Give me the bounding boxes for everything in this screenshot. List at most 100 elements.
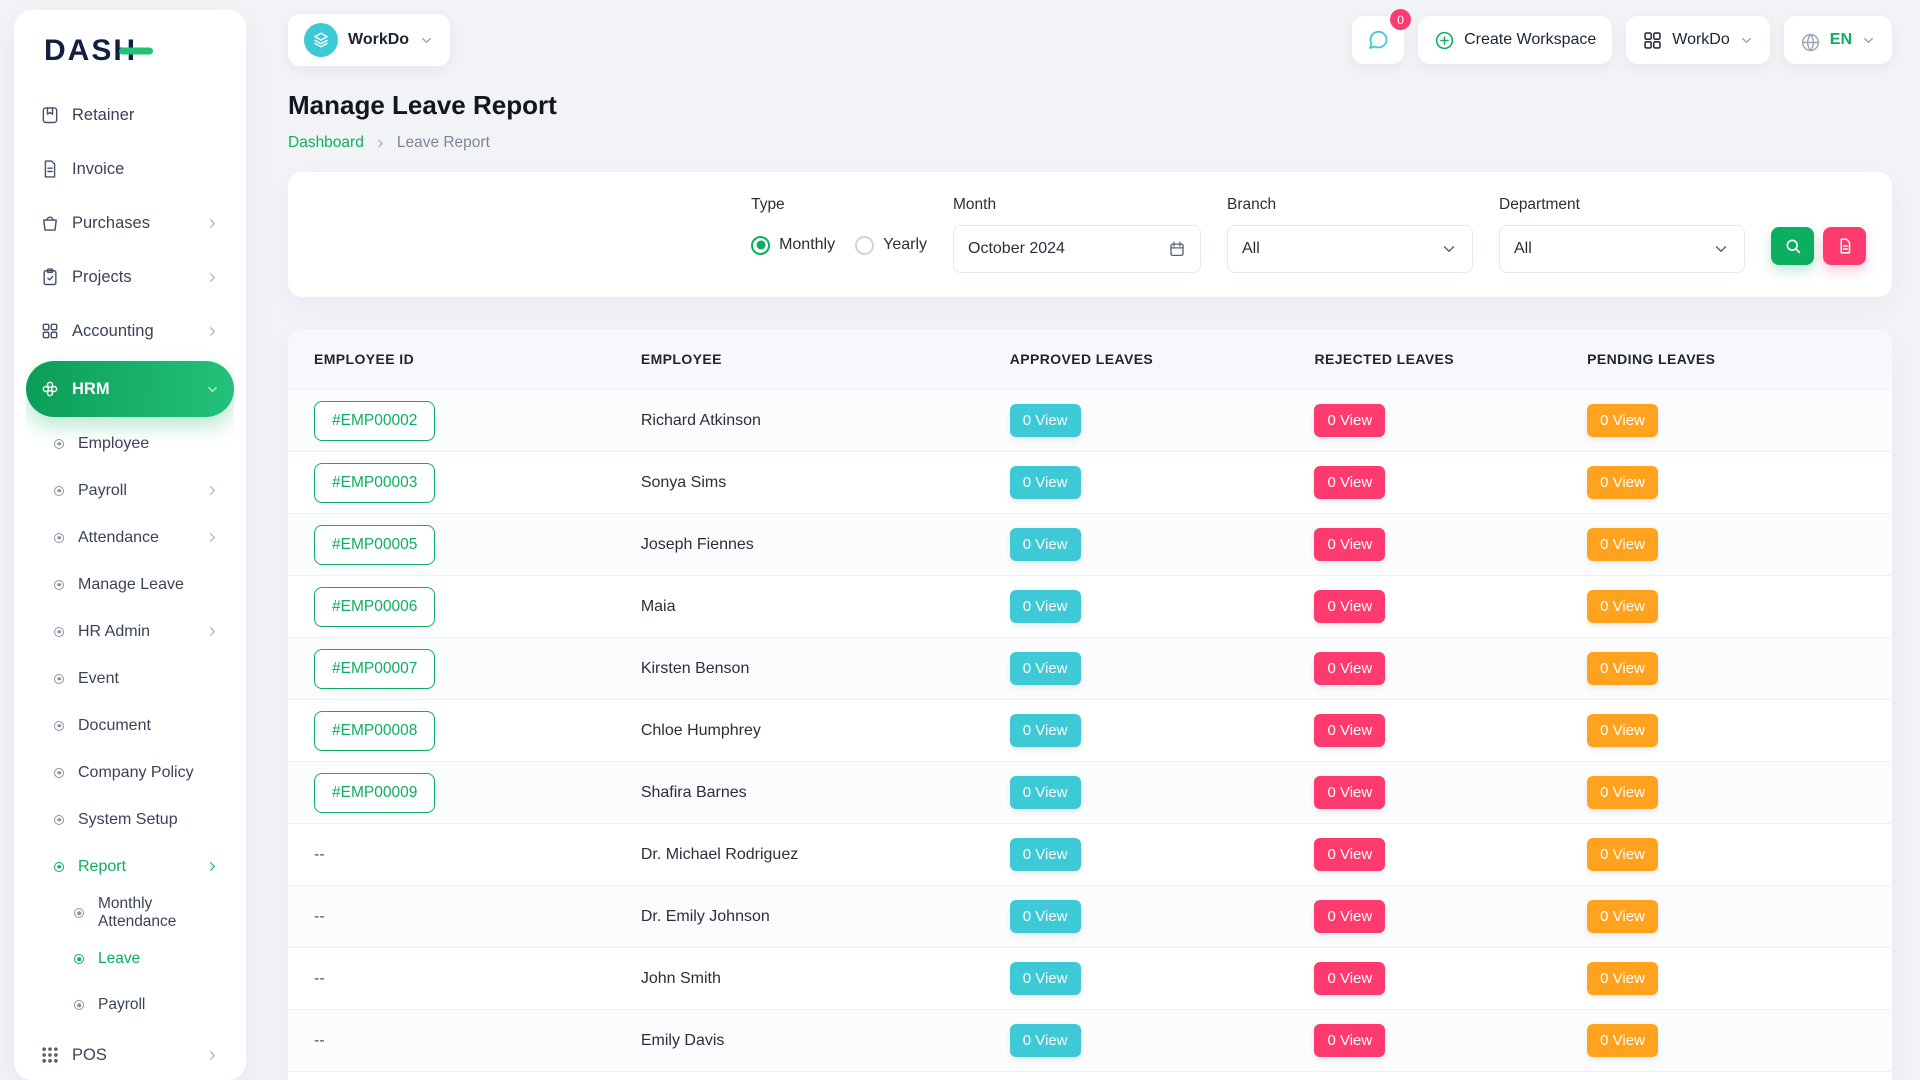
pending-leaves-view-badge[interactable]: 0 View (1587, 1024, 1658, 1057)
sidebar-item-pos[interactable]: POS (26, 1028, 234, 1070)
pending-leaves-view-badge[interactable]: 0 View (1587, 404, 1658, 437)
month-label: Month (953, 196, 1201, 214)
sidebar-item-payroll[interactable]: Payroll (26, 467, 234, 514)
rejected-leaves-view-badge[interactable]: 0 View (1314, 652, 1385, 685)
chevron-right-icon (205, 216, 220, 231)
sidebar-item-label: System Setup (78, 811, 178, 829)
sidebar-item-projects[interactable]: Projects (26, 250, 234, 304)
employee-id-button[interactable]: #EMP00007 (314, 649, 435, 689)
approved-leaves-view-badge[interactable]: 0 View (1010, 1024, 1081, 1057)
employee-id-button[interactable]: #EMP00008 (314, 711, 435, 751)
pending-leaves-view-badge[interactable]: 0 View (1587, 776, 1658, 809)
rejected-leaves-view-badge[interactable]: 0 View (1314, 900, 1385, 933)
rejected-leaves-view-badge[interactable]: 0 View (1314, 1024, 1385, 1057)
sidebar-item-retainer[interactable]: Retainer (26, 88, 234, 142)
rejected-leaves-view-badge[interactable]: 0 View (1314, 838, 1385, 871)
department-label: Department (1499, 196, 1745, 214)
calendar-icon (1168, 240, 1186, 258)
create-workspace-button[interactable]: Create Workspace (1418, 16, 1612, 64)
sidebar-item-label: Purchases (72, 214, 150, 233)
approved-leaves-view-badge[interactable]: 0 View (1010, 652, 1081, 685)
language-selector[interactable]: EN (1784, 16, 1892, 64)
chevron-right-icon (374, 137, 387, 150)
approved-leaves-view-badge[interactable]: 0 View (1010, 962, 1081, 995)
target-circle-icon (54, 674, 64, 684)
approved-leaves-view-badge[interactable]: 0 View (1010, 590, 1081, 623)
sidebar-item-employee[interactable]: Employee (26, 420, 234, 467)
sidebar-item-payroll[interactable]: Payroll (26, 982, 234, 1028)
approved-leaves-view-badge[interactable]: 0 View (1010, 838, 1081, 871)
target-circle-icon (54, 815, 64, 825)
sidebar-item-hrm[interactable]: HRM (26, 361, 234, 417)
messages-button[interactable]: 0 (1352, 16, 1404, 64)
pending-leaves-view-badge[interactable]: 0 View (1587, 528, 1658, 561)
sidebar-item-attendance[interactable]: Attendance (26, 514, 234, 561)
approved-leaves-view-badge[interactable]: 0 View (1010, 900, 1081, 933)
approved-leaves-view-badge[interactable]: 0 View (1010, 714, 1081, 747)
radio-monthly[interactable]: Monthly (751, 236, 835, 255)
search-button[interactable] (1771, 227, 1814, 265)
rejected-leaves-view-badge[interactable]: 0 View (1314, 466, 1385, 499)
reset-button[interactable] (1823, 227, 1866, 265)
pending-leaves-view-badge[interactable]: 0 View (1587, 652, 1658, 685)
pending-leaves-view-badge[interactable]: 0 View (1587, 838, 1658, 871)
approved-leaves-view-badge[interactable]: 0 View (1010, 466, 1081, 499)
table-row: #EMP00006Maia0 View0 View0 View (288, 576, 1892, 638)
workspace-switcher[interactable]: WorkDo (288, 14, 450, 66)
breadcrumb-current: Leave Report (397, 134, 490, 152)
target-circle-icon (74, 954, 84, 964)
accounting-icon (40, 321, 60, 341)
sidebar-item-report[interactable]: Report (26, 843, 234, 890)
pending-leaves-view-badge[interactable]: 0 View (1587, 714, 1658, 747)
pending-leaves-view-badge[interactable]: 0 View (1587, 466, 1658, 499)
employee-id-button[interactable]: #EMP00009 (314, 773, 435, 813)
sidebar-item-document[interactable]: Document (26, 702, 234, 749)
sidebar-item-invoice[interactable]: Invoice (26, 142, 234, 196)
sidebar-item-manage-leave[interactable]: Manage Leave (26, 561, 234, 608)
rejected-leaves-view-badge[interactable]: 0 View (1314, 962, 1385, 995)
main-content: Manage Leave Report Dashboard Leave Repo… (288, 0, 1892, 1080)
pending-leaves-view-badge[interactable]: 0 View (1587, 590, 1658, 623)
employee-id-button[interactable]: #EMP00006 (314, 587, 435, 627)
sidebar-item-monthly-attendance[interactable]: Monthly Attendance (26, 890, 234, 936)
month-input[interactable]: October 2024 (953, 225, 1201, 273)
employee-id-button[interactable]: #EMP00002 (314, 401, 435, 441)
table-row: --Emily Davis0 View0 View0 View (288, 1010, 1892, 1072)
type-label: Type (751, 196, 927, 214)
chevron-down-icon (419, 33, 434, 48)
sidebar-item-event[interactable]: Event (26, 655, 234, 702)
rejected-leaves-view-badge[interactable]: 0 View (1314, 776, 1385, 809)
pending-leaves-view-badge[interactable]: 0 View (1587, 900, 1658, 933)
sidebar-item-system-setup[interactable]: System Setup (26, 796, 234, 843)
branch-select[interactable]: All (1227, 225, 1473, 273)
employee-name: Joseph Fiennes (641, 536, 754, 553)
radio-monthly-label: Monthly (779, 236, 835, 254)
radio-yearly[interactable]: Yearly (855, 236, 927, 255)
rejected-leaves-view-badge[interactable]: 0 View (1314, 714, 1385, 747)
invoice-icon (40, 159, 60, 179)
projects-icon (40, 267, 60, 287)
approved-leaves-view-badge[interactable]: 0 View (1010, 404, 1081, 437)
apps-menu-label: WorkDo (1672, 31, 1730, 49)
rejected-leaves-view-badge[interactable]: 0 View (1314, 590, 1385, 623)
month-value: October 2024 (968, 240, 1168, 258)
rejected-leaves-view-badge[interactable]: 0 View (1314, 404, 1385, 437)
sidebar-item-label: Projects (72, 268, 132, 287)
approved-leaves-view-badge[interactable]: 0 View (1010, 776, 1081, 809)
department-select[interactable]: All (1499, 225, 1745, 273)
brand-logo[interactable]: DASH (26, 26, 234, 88)
employee-id-button[interactable]: #EMP00003 (314, 463, 435, 503)
department-field: Department All (1499, 196, 1745, 273)
breadcrumb-dashboard-link[interactable]: Dashboard (288, 134, 364, 152)
sidebar-item-accounting[interactable]: Accounting (26, 304, 234, 358)
rejected-leaves-view-badge[interactable]: 0 View (1314, 528, 1385, 561)
employee-id-button[interactable]: #EMP00005 (314, 525, 435, 565)
pending-leaves-view-badge[interactable]: 0 View (1587, 962, 1658, 995)
sidebar-item-hr-admin[interactable]: HR Admin (26, 608, 234, 655)
apps-menu-button[interactable]: WorkDo (1626, 16, 1770, 64)
sidebar-item-leave[interactable]: Leave (26, 936, 234, 982)
sidebar-item-company-policy[interactable]: Company Policy (26, 749, 234, 796)
sidebar-item-purchases[interactable]: Purchases (26, 196, 234, 250)
type-field: Type Monthly Yearly (751, 196, 927, 265)
approved-leaves-view-badge[interactable]: 0 View (1010, 528, 1081, 561)
